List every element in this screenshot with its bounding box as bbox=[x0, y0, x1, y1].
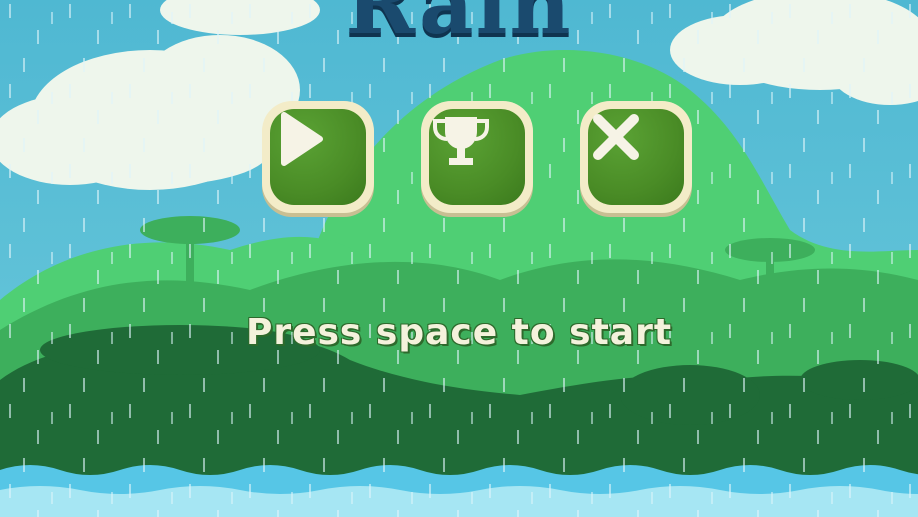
rain bbox=[0, 0, 918, 517]
background-scene bbox=[0, 0, 918, 517]
play-button[interactable] bbox=[262, 101, 374, 213]
exit-button[interactable] bbox=[580, 101, 692, 213]
game-scene: Rain Press space to start bbox=[0, 0, 918, 517]
leaderboard-button[interactable] bbox=[421, 101, 533, 213]
trophy-icon bbox=[433, 117, 489, 165]
start-prompt: Press space to start bbox=[245, 312, 673, 353]
game-title: Rain bbox=[345, 0, 573, 53]
close-icon bbox=[593, 114, 639, 160]
play-icon bbox=[281, 112, 323, 166]
